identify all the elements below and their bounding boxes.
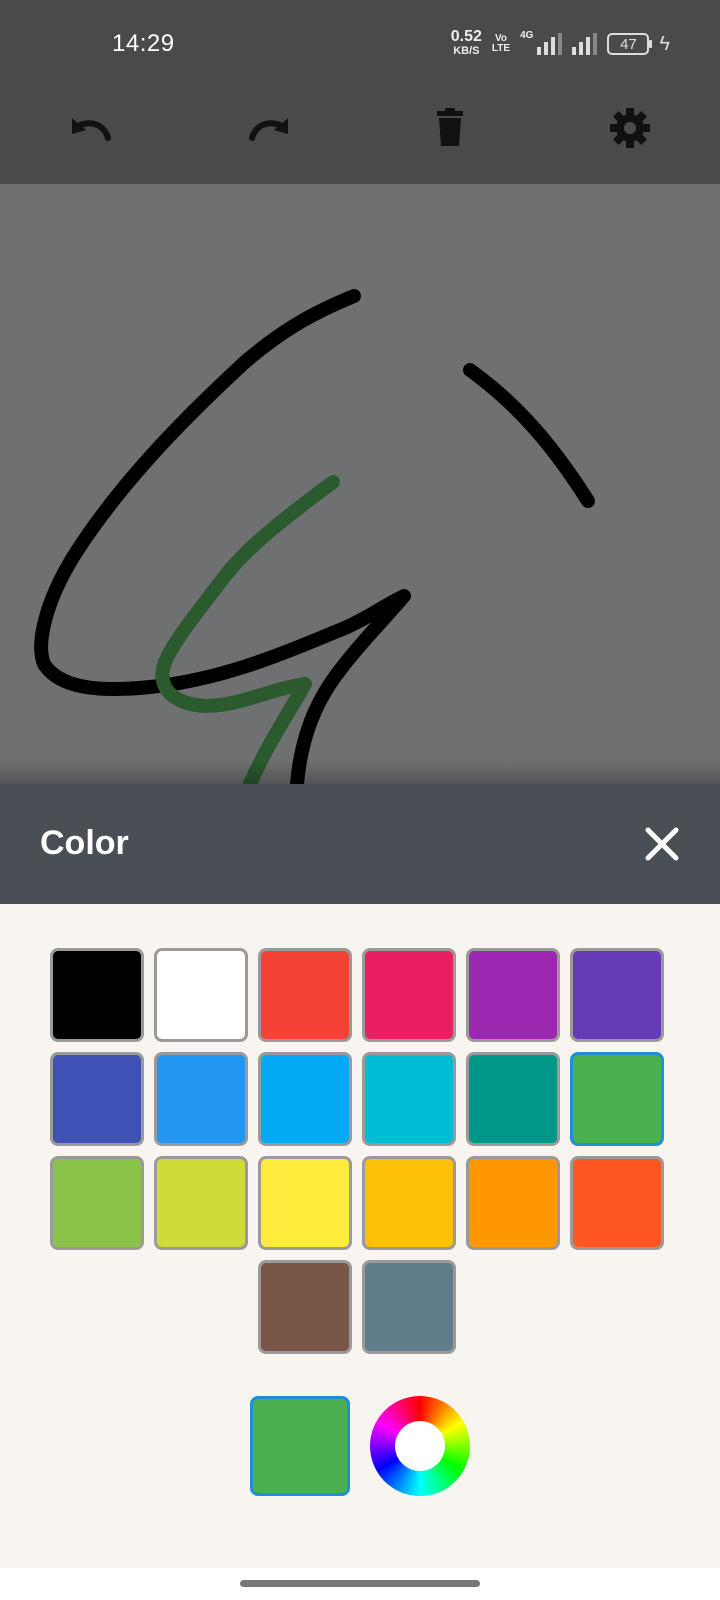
close-icon <box>645 827 679 861</box>
color-swatch[interactable] <box>154 1156 248 1250</box>
speed-value: 0.52 <box>450 28 482 45</box>
color-swatch[interactable] <box>154 1052 248 1146</box>
color-swatch[interactable] <box>362 948 456 1042</box>
color-swatch[interactable] <box>154 948 248 1042</box>
color-swatch[interactable] <box>570 1052 664 1146</box>
speed-unit: KB/S <box>453 45 480 57</box>
battery-icon: 47 <box>607 33 653 55</box>
signal-icon <box>537 33 563 55</box>
color-swatch[interactable] <box>362 1156 456 1250</box>
top-bar: 14:29 0.52 KB/S Vo LTE 4G 47 ϟ <box>0 0 720 184</box>
status-time: 14:29 <box>112 30 175 57</box>
color-swatch[interactable] <box>258 1260 352 1354</box>
selected-color-preview[interactable] <box>250 1396 350 1496</box>
black-stroke-2 <box>463 363 595 508</box>
color-swatch[interactable] <box>258 1052 352 1146</box>
volte-indicator: Vo LTE <box>492 34 510 54</box>
undo-button[interactable] <box>62 100 118 156</box>
trash-icon <box>437 108 463 146</box>
canvas-shadow <box>0 760 720 784</box>
charging-icon: ϟ <box>659 32 670 55</box>
network-type: 4G <box>520 30 534 41</box>
gear-icon <box>610 108 650 148</box>
color-swatch[interactable] <box>570 1156 664 1250</box>
signal-icon-2 <box>572 33 598 55</box>
redo-button[interactable] <box>242 100 298 156</box>
color-swatch[interactable] <box>258 1156 352 1250</box>
color-swatch[interactable] <box>466 1052 560 1146</box>
canvas-drawing <box>34 289 595 784</box>
network-speed: 0.52 KB/S <box>450 28 482 58</box>
delete-button[interactable] <box>422 100 478 156</box>
nav-handle[interactable] <box>240 1580 480 1587</box>
redo-icon <box>249 118 288 141</box>
color-swatch[interactable] <box>466 1156 560 1250</box>
settings-button[interactable] <box>602 100 658 156</box>
color-swatch[interactable] <box>570 948 664 1042</box>
color-wheel-icon[interactable] <box>370 1396 470 1496</box>
sheet-title: Color <box>40 824 129 862</box>
color-swatch[interactable] <box>50 1156 144 1250</box>
color-swatch[interactable] <box>50 948 144 1042</box>
navigation-bar <box>0 1568 720 1600</box>
color-swatch[interactable] <box>362 1052 456 1146</box>
undo-icon <box>72 118 111 141</box>
color-swatch[interactable] <box>466 948 560 1042</box>
volte-bottom: LTE <box>491 43 511 54</box>
battery-level: 47 <box>620 35 637 53</box>
color-swatch[interactable] <box>362 1260 456 1354</box>
close-button[interactable] <box>626 808 698 880</box>
status-indicators: 0.52 KB/S Vo LTE 4G 47 ϟ <box>450 28 670 58</box>
color-sheet-header: Color <box>0 784 720 904</box>
color-swatch[interactable] <box>258 948 352 1042</box>
drawing-canvas[interactable] <box>0 184 720 784</box>
color-swatch[interactable] <box>50 1052 144 1146</box>
